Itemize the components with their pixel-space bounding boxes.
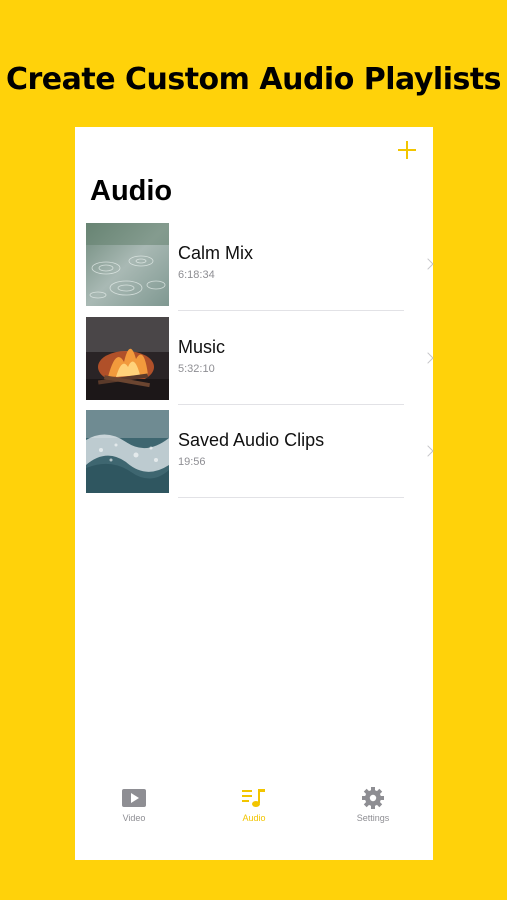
playlist-title: Calm Mix xyxy=(178,243,253,263)
playlist-row-calm-mix[interactable]: Calm Mix 6:18:34 xyxy=(75,221,434,315)
playlist-list: Calm Mix 6:18:34 Music 5:32:10 Saved Aud… xyxy=(75,221,434,502)
thumbnail-rain xyxy=(86,223,169,306)
tab-label: Settings xyxy=(356,813,390,823)
tab-settings[interactable]: Settings xyxy=(333,787,413,837)
thumbnail-ocean xyxy=(86,410,169,493)
play-icon xyxy=(122,789,146,807)
thumbnail-campfire xyxy=(86,316,169,400)
row-separator xyxy=(178,403,404,405)
row-separator xyxy=(178,310,404,311)
tab-audio[interactable]: Audio xyxy=(214,787,294,837)
add-playlist-button[interactable] xyxy=(396,139,418,161)
playlist-duration: 19:56 xyxy=(178,456,206,468)
playlist-duration: 6:18:34 xyxy=(178,269,215,281)
playlist-title: Saved Audio Clips xyxy=(178,430,325,450)
playlist-title: Music xyxy=(178,336,226,357)
tab-bar: Video Audio Settings xyxy=(75,787,433,837)
tab-video[interactable]: Video xyxy=(94,787,174,837)
page-title: Audio xyxy=(90,175,173,207)
music-list-icon xyxy=(242,789,265,807)
chevron-right-icon xyxy=(422,445,434,457)
gear-icon xyxy=(362,787,384,809)
phone-screen: Audio Calm Mix 6:18:34 Music 5:32:10 Sav… xyxy=(75,127,434,860)
chevron-right-icon xyxy=(422,351,434,364)
chevron-right-icon xyxy=(422,258,434,270)
promo-headline: Create Custom Audio Playlists xyxy=(5,62,502,97)
playlist-duration: 5:32:10 xyxy=(178,362,215,375)
playlist-row-music[interactable]: Music 5:32:10 xyxy=(75,315,434,409)
row-separator xyxy=(178,497,404,498)
tab-label: Audio xyxy=(242,813,266,823)
playlist-row-saved-audio-clips[interactable]: Saved Audio Clips 19:56 xyxy=(75,408,434,502)
tab-label: Video xyxy=(122,813,146,823)
